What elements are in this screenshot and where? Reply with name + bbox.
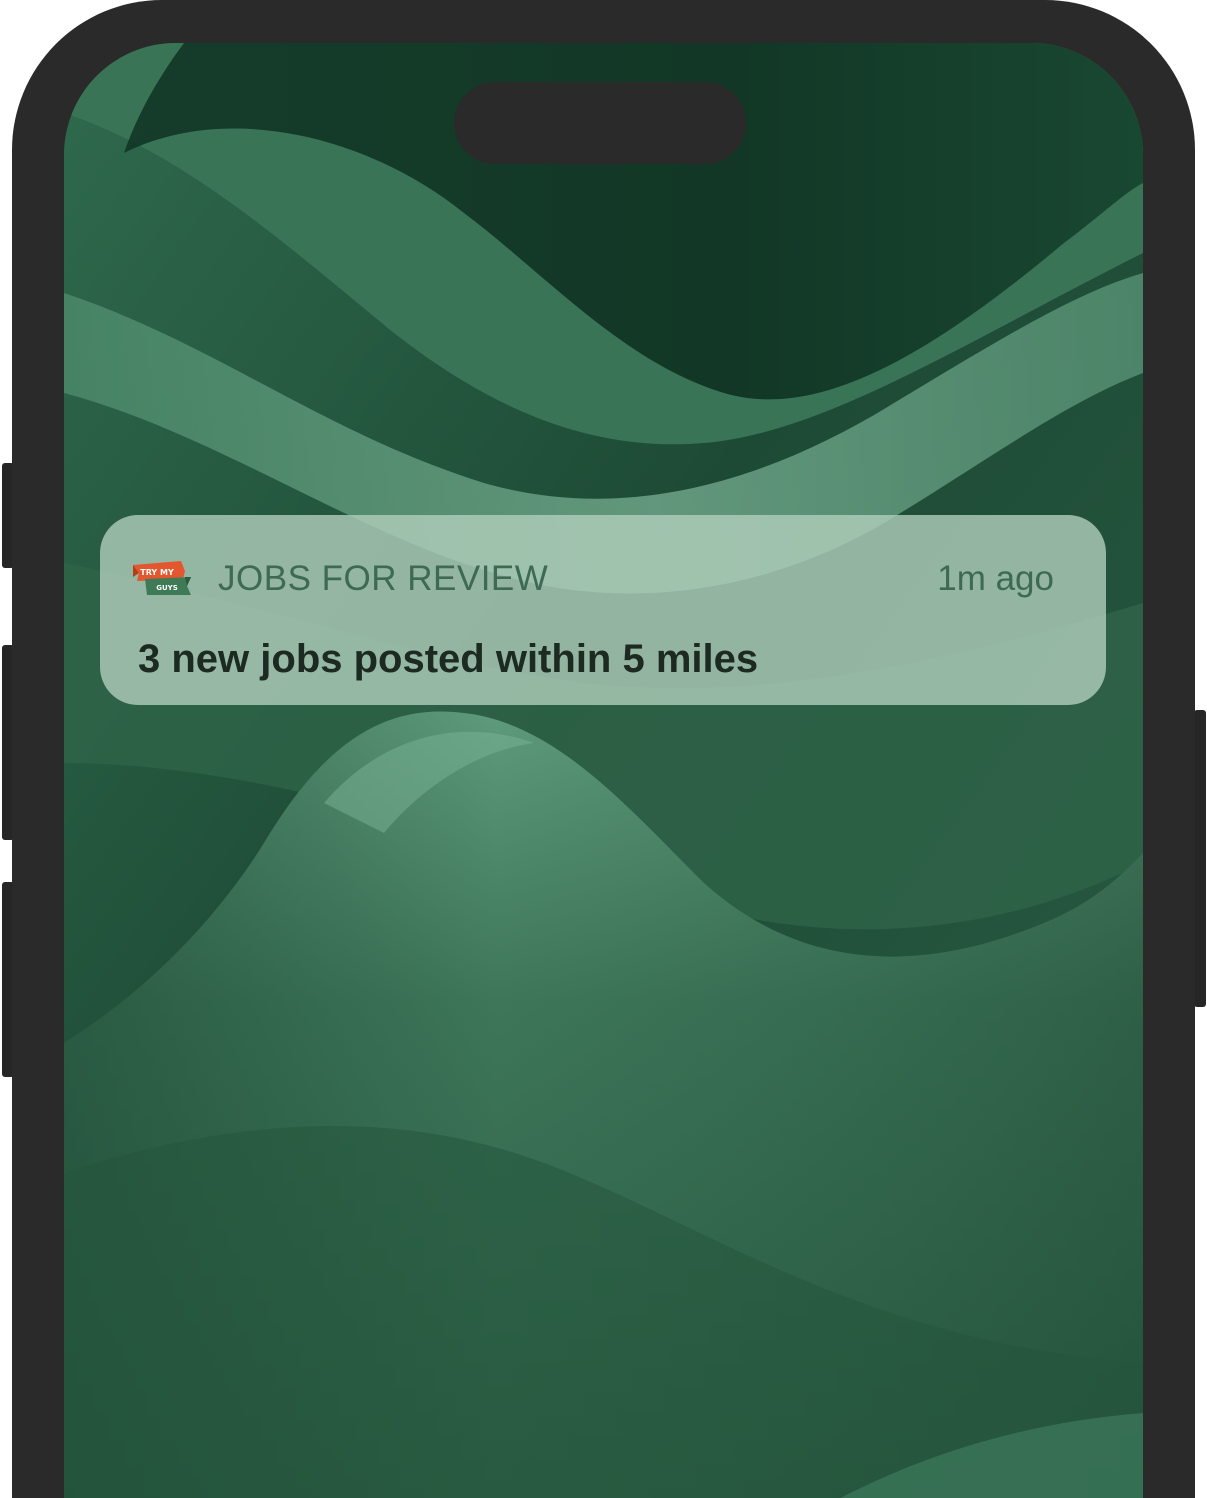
lock-screen: TRY MY GUYS JOBS FOR REVIEW 1m ago 3 new…: [64, 43, 1143, 1498]
notification-message: 3 new jobs posted within 5 miles: [138, 637, 759, 681]
device-mockup: TRY MY GUYS JOBS FOR REVIEW 1m ago 3 new…: [0, 0, 1207, 1498]
notification-app-name: JOBS FOR REVIEW: [218, 559, 549, 598]
dynamic-island: [454, 82, 746, 164]
push-notification[interactable]: TRY MY GUYS JOBS FOR REVIEW 1m ago 3 new…: [100, 515, 1106, 705]
notification-timestamp: 1m ago: [937, 559, 1054, 598]
power-button: [1194, 710, 1206, 1007]
svg-text:TRY MY: TRY MY: [140, 568, 174, 577]
app-logo-icon: TRY MY GUYS: [133, 561, 191, 595]
phone-frame: TRY MY GUYS JOBS FOR REVIEW 1m ago 3 new…: [12, 0, 1195, 1498]
wallpaper: [64, 43, 1143, 1498]
svg-text:GUYS: GUYS: [156, 584, 178, 592]
